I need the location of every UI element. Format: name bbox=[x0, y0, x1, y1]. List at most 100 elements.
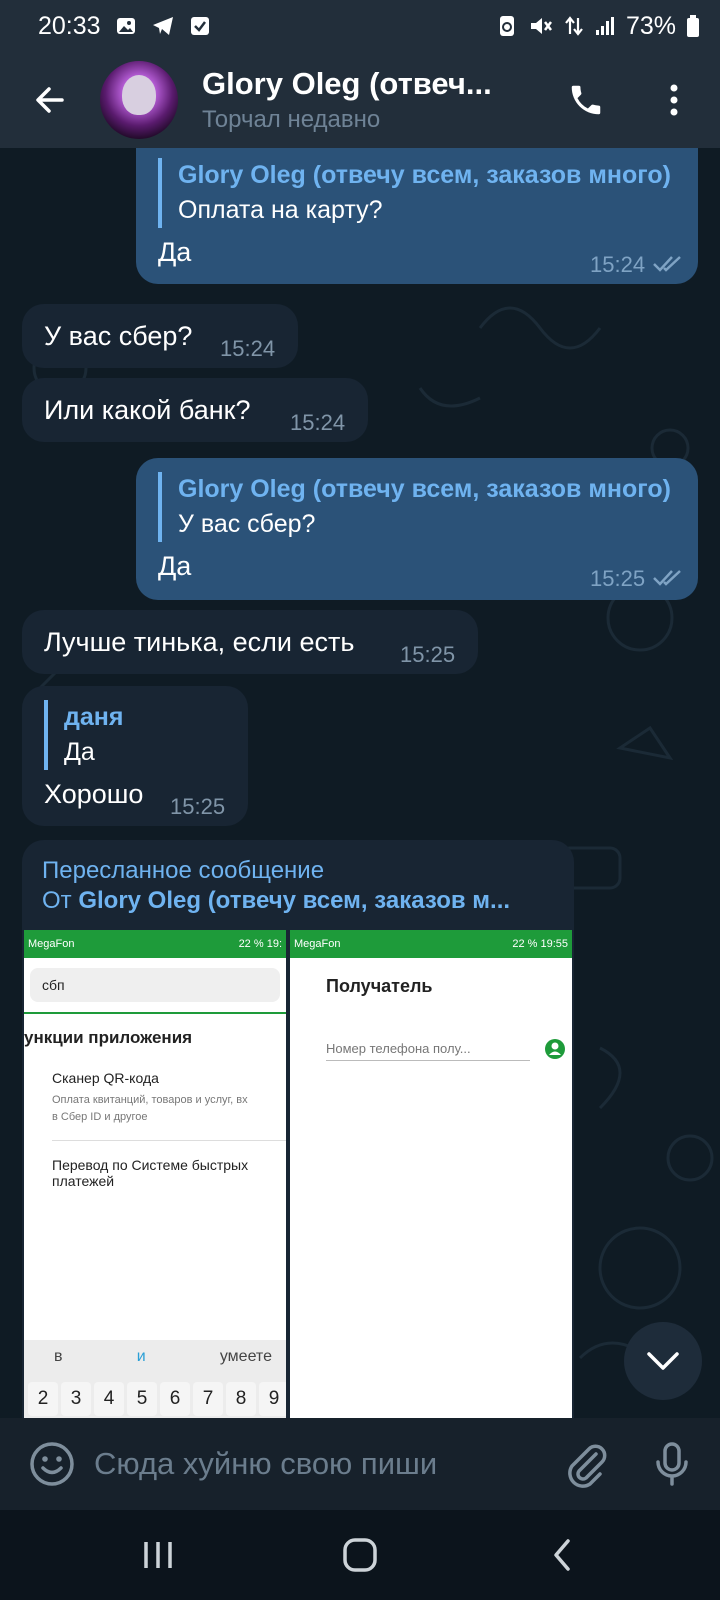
back-chevron-icon bbox=[554, 1539, 570, 1571]
shot-status-bar: MegaFon 22 % 19: bbox=[24, 930, 286, 958]
suggestion: и bbox=[136, 1348, 146, 1365]
shot-number-row: 2 3 4 5 6 7 8 9 bbox=[24, 1382, 286, 1416]
telegram-icon bbox=[151, 15, 175, 37]
key: 2 bbox=[28, 1382, 58, 1416]
more-menu-button[interactable] bbox=[648, 74, 700, 126]
battery-percent: 73% bbox=[625, 11, 676, 40]
mute-icon bbox=[528, 14, 554, 38]
message-outgoing[interactable]: Glory Oleg (отвечу всем, заказов много) … bbox=[136, 458, 698, 600]
shot-keyboard: в и умеете 2 3 4 5 6 7 8 9 bbox=[24, 1340, 286, 1418]
reply-preview[interactable]: Glory Oleg (отвечу всем, заказов много) … bbox=[158, 472, 676, 542]
home-icon bbox=[343, 1538, 377, 1572]
shot-phone-field: Номер телефона полу... bbox=[326, 1041, 530, 1061]
reply-preview[interactable]: Glory Oleg (отвечу всем, заказов много) … bbox=[158, 158, 676, 228]
shot-item-qr-sub2: в Сбер ID и другое bbox=[52, 1111, 148, 1123]
status-time: 20:33 bbox=[38, 11, 101, 40]
recent-apps-icon bbox=[144, 1542, 172, 1568]
shot-time: 19:55 bbox=[540, 938, 568, 950]
back-button[interactable] bbox=[0, 52, 100, 148]
shot-carrier: MegaFon bbox=[294, 938, 341, 950]
message-text: Лучше тинька, если есть bbox=[44, 627, 355, 657]
key: 9 bbox=[259, 1382, 286, 1416]
message-incoming[interactable]: Или какой банк? 15:24 bbox=[22, 378, 368, 442]
call-button[interactable] bbox=[560, 74, 612, 126]
message-composer bbox=[0, 1418, 720, 1510]
shot-time: 19: bbox=[266, 938, 282, 950]
check-box-icon bbox=[189, 15, 211, 37]
key: 3 bbox=[61, 1382, 91, 1416]
scroll-to-bottom-button[interactable] bbox=[624, 1322, 702, 1400]
message-input[interactable] bbox=[94, 1440, 534, 1488]
message-time: 15:24 bbox=[590, 252, 646, 277]
double-check-icon bbox=[653, 570, 681, 586]
forwarded-from-name: Glory Oleg (отвечу всем, заказов м... bbox=[78, 887, 511, 914]
shot-battery: 22 % bbox=[238, 938, 264, 950]
attached-screenshot-2[interactable]: MegaFon 22 % 19:55 Получатель Номер теле… bbox=[290, 930, 572, 1418]
avatar[interactable] bbox=[100, 61, 178, 139]
message-outgoing[interactable]: Glory Oleg (отвечу всем, заказов много) … bbox=[136, 148, 698, 284]
attached-screenshot-1[interactable]: MegaFon 22 % 19: сбп ункции приложения С… bbox=[24, 930, 286, 1418]
reply-author: Glory Oleg (отвечу всем, заказов много) bbox=[178, 161, 671, 189]
shot-divider bbox=[24, 1012, 286, 1014]
message-time: 15:24 bbox=[220, 336, 276, 361]
reply-text: Оплата на карту? bbox=[178, 196, 383, 224]
reply-text: Да bbox=[64, 738, 95, 766]
arrow-left-icon bbox=[36, 87, 64, 113]
smile-icon bbox=[30, 1442, 74, 1486]
phone-icon bbox=[571, 85, 601, 115]
shot-carrier: MegaFon bbox=[28, 938, 75, 950]
home-button[interactable] bbox=[330, 1530, 390, 1580]
status-bar: 20:33 73% bbox=[0, 0, 720, 52]
key: 6 bbox=[160, 1382, 190, 1416]
shot-heading: ункции приложения bbox=[24, 1028, 193, 1047]
double-check-icon bbox=[653, 256, 681, 272]
shot-item-sbp-2: платежей bbox=[52, 1173, 115, 1189]
shot-separator bbox=[52, 1140, 286, 1141]
attach-button[interactable] bbox=[562, 1440, 610, 1488]
shot-suggestions: в и умеете bbox=[24, 1348, 286, 1366]
shot-item-qr-sub: Оплата квитанций, товаров и услуг, вх bbox=[52, 1094, 248, 1106]
shot-search-text: сбп bbox=[42, 977, 65, 993]
message-time: 15:24 bbox=[290, 410, 346, 435]
contact-status: Торчал недавно bbox=[202, 106, 381, 133]
gallery-icon bbox=[115, 15, 137, 37]
voice-record-button[interactable] bbox=[648, 1440, 696, 1488]
emoji-button[interactable] bbox=[28, 1440, 76, 1488]
forwarded-from-prefix: От bbox=[42, 887, 79, 914]
recent-apps-button[interactable] bbox=[128, 1530, 188, 1580]
forwarded-label: Пересланное сообщение bbox=[42, 857, 325, 884]
recycle-icon bbox=[496, 14, 518, 38]
chat-header: Glory Oleg (отвеч... Торчал недавно bbox=[0, 52, 720, 148]
message-incoming[interactable]: У вас сбер? 15:24 bbox=[22, 304, 298, 368]
data-arrows-icon bbox=[564, 14, 584, 38]
message-incoming[interactable]: Лучше тинька, если есть 15:25 bbox=[22, 610, 478, 674]
message-time: 15:25 bbox=[170, 794, 226, 819]
forwarded-message[interactable]: Пересланное сообщение От Glory Oleg (отв… bbox=[22, 840, 574, 1418]
more-vertical-icon bbox=[670, 84, 678, 116]
forwarded-from[interactable]: От Glory Oleg (отвечу всем, заказов м... bbox=[42, 886, 554, 916]
key: 5 bbox=[127, 1382, 157, 1416]
paperclip-icon bbox=[568, 1444, 607, 1488]
battery-icon bbox=[686, 14, 700, 38]
chat-area[interactable]: Glory Oleg (отвечу всем, заказов много) … bbox=[0, 148, 720, 1418]
system-back-button[interactable] bbox=[532, 1530, 592, 1580]
shot-item-sbp: Перевод по Системе быстрых bbox=[52, 1157, 249, 1173]
key: 7 bbox=[193, 1382, 223, 1416]
chevron-down-icon bbox=[647, 1352, 679, 1370]
suggestion: в bbox=[54, 1348, 63, 1365]
reply-preview[interactable]: даня Да bbox=[44, 700, 226, 770]
shot-title: Получатель bbox=[326, 976, 433, 996]
message-time: 15:25 bbox=[400, 642, 456, 667]
contact-icon bbox=[545, 1039, 565, 1059]
reply-text: У вас сбер? bbox=[178, 510, 316, 538]
message-time: 15:25 bbox=[590, 566, 646, 591]
contact-info[interactable]: Glory Oleg (отвеч... Торчал недавно bbox=[202, 66, 512, 134]
system-navigation-bar bbox=[0, 1510, 720, 1600]
microphone-icon bbox=[656, 1442, 688, 1486]
reply-author: Glory Oleg (отвечу всем, заказов много) bbox=[178, 475, 671, 503]
message-incoming[interactable]: даня Да Хорошо 15:25 bbox=[22, 686, 248, 826]
reply-author: даня bbox=[64, 703, 124, 731]
shot-item-qr: Сканер QR-кода bbox=[52, 1070, 159, 1086]
shot-search-field: сбп bbox=[30, 968, 280, 1002]
key: 8 bbox=[226, 1382, 256, 1416]
